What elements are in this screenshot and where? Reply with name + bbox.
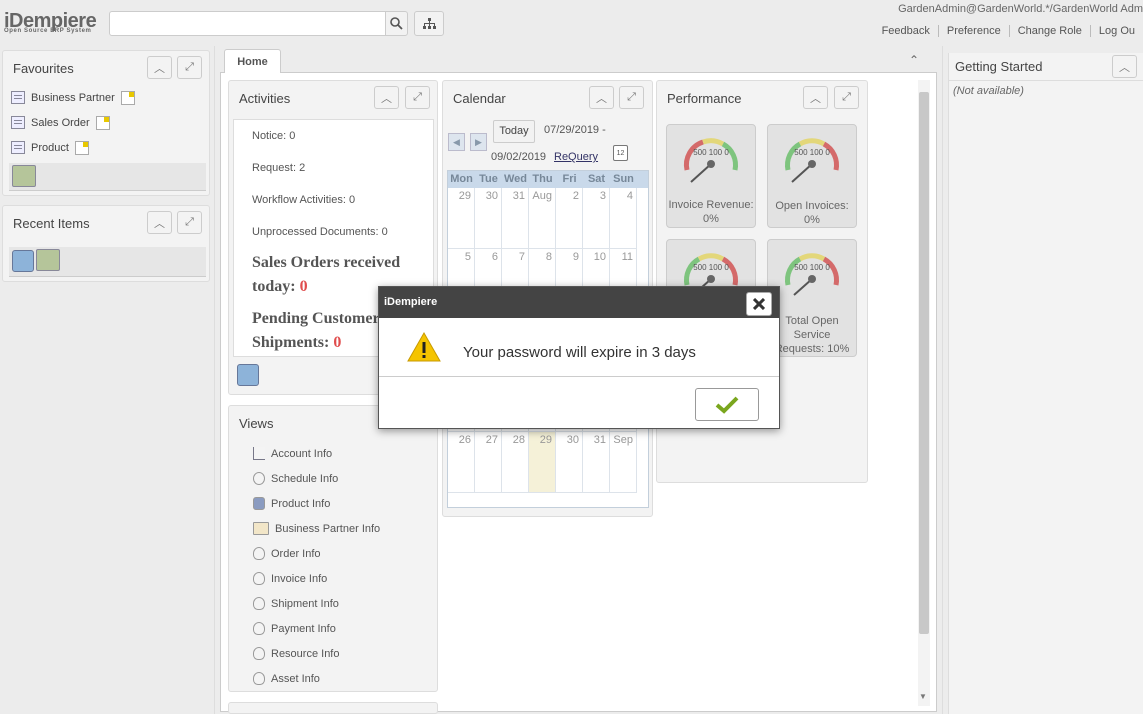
password-expiry-dialog: iDempiere Your password will expire in 3… <box>378 286 780 429</box>
dialog-message: Your password will expire in 3 days <box>463 344 696 361</box>
warning-icon <box>407 332 441 362</box>
close-icon <box>753 298 765 310</box>
dialog-close-button[interactable] <box>746 292 772 316</box>
dialog-divider <box>379 376 779 377</box>
dialog-title: iDempiere <box>379 287 779 318</box>
ok-button[interactable] <box>695 388 759 421</box>
checkmark-icon <box>715 396 739 414</box>
